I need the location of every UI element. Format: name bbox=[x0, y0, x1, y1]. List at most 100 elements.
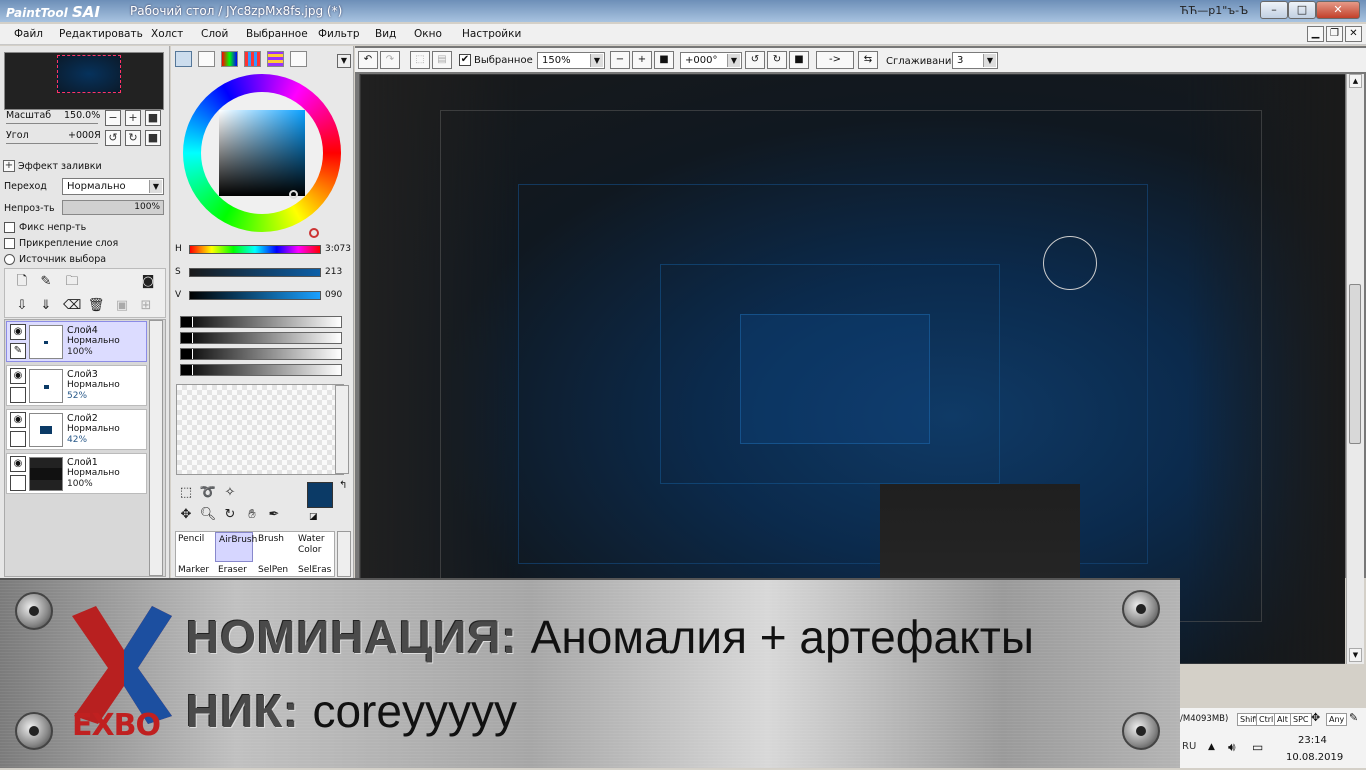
zoom-in-icon[interactable]: + bbox=[632, 51, 652, 69]
value-slider[interactable] bbox=[189, 291, 321, 300]
gray-slider-4[interactable] bbox=[180, 364, 342, 376]
magic-wand-icon[interactable]: ✧ bbox=[221, 484, 239, 502]
rotate-right-icon[interactable]: ↻ bbox=[767, 51, 787, 69]
eye-icon[interactable]: ◉ bbox=[10, 412, 26, 428]
mirror-icon[interactable]: ⇆ bbox=[858, 51, 878, 69]
layer-row-2[interactable]: ◉ Слой2 Нормально 42% bbox=[6, 409, 147, 450]
sv-picker-handle[interactable] bbox=[289, 190, 298, 199]
transparent-color-icon[interactable]: ◪ bbox=[309, 512, 318, 522]
rgb-sliders-tab-icon[interactable] bbox=[198, 51, 215, 67]
hand-icon[interactable]: ✋︎ bbox=[243, 506, 261, 524]
rect-select-icon[interactable]: ⬚ bbox=[177, 484, 195, 502]
scratchpad-scrollbar[interactable] bbox=[335, 385, 349, 474]
selection-source-radio[interactable] bbox=[4, 254, 15, 265]
tool-eraser[interactable]: Eraser bbox=[218, 565, 247, 575]
rotate-left-icon[interactable]: ↺ bbox=[745, 51, 765, 69]
hue-picker-handle[interactable] bbox=[309, 228, 319, 238]
clip-layer-checkbox[interactable] bbox=[4, 238, 15, 249]
menu-settings[interactable]: Настройки bbox=[462, 28, 521, 40]
mdi-minimize-icon[interactable]: ▁ bbox=[1307, 26, 1324, 42]
maximize-button[interactable]: □ bbox=[1288, 1, 1316, 19]
mask-icon[interactable]: ◙ bbox=[139, 273, 157, 291]
rotate-reset-icon[interactable]: ■ bbox=[789, 51, 809, 69]
move-icon[interactable]: ✥ bbox=[177, 506, 195, 524]
eye-icon[interactable]: ◉ bbox=[10, 368, 26, 384]
brush-lock-icon[interactable]: ✎ bbox=[10, 343, 26, 359]
rotate-right-icon[interactable]: ↻ bbox=[125, 130, 141, 146]
flip-view-button[interactable]: -> bbox=[816, 51, 854, 69]
mdi-restore-icon[interactable]: ❐ bbox=[1326, 26, 1343, 42]
clear-layer-icon[interactable]: ⌫ bbox=[63, 297, 81, 315]
lock-checkbox[interactable] bbox=[10, 431, 26, 447]
swap-colors-icon[interactable]: ↰ bbox=[339, 480, 347, 491]
gray-slider-3[interactable] bbox=[180, 348, 342, 360]
hue-slider[interactable] bbox=[189, 245, 321, 254]
redo-icon[interactable]: ↷ bbox=[380, 51, 400, 69]
rotate-left-icon[interactable]: ↺ bbox=[105, 130, 121, 146]
layer-list-scrollbar[interactable] bbox=[149, 320, 163, 576]
blend-mode-select[interactable]: Нормально ▼ bbox=[62, 178, 164, 195]
menu-view[interactable]: Вид bbox=[375, 28, 396, 40]
color-wheel[interactable] bbox=[183, 74, 341, 238]
rotate-reset-icon[interactable]: ■ bbox=[145, 130, 161, 146]
scratchpad-area[interactable] bbox=[176, 384, 344, 475]
layer-row-4[interactable]: ◉ ✎ Слой4 Нормально 100% bbox=[6, 321, 147, 362]
menu-canvas[interactable]: Холст bbox=[151, 28, 183, 40]
clock-time[interactable]: 23:14 bbox=[1298, 735, 1327, 746]
tray-expand-icon[interactable]: ▲ bbox=[1208, 742, 1215, 752]
canvas-vertical-scrollbar[interactable]: ▲ ▼ bbox=[1346, 74, 1364, 664]
opacity-slider[interactable]: 100% bbox=[62, 200, 164, 215]
eye-icon[interactable]: ◉ bbox=[10, 324, 26, 340]
lock-checkbox[interactable] bbox=[10, 387, 26, 403]
selection-checkbox[interactable]: ✔ bbox=[459, 54, 471, 66]
zoom-icon[interactable]: 🔍︎ bbox=[199, 506, 217, 524]
eye-icon[interactable]: ◉ bbox=[10, 456, 26, 472]
swatches-tab-icon[interactable] bbox=[244, 51, 261, 67]
navigator-preview[interactable] bbox=[4, 52, 164, 110]
clock-date[interactable]: 10.08.2019 bbox=[1286, 752, 1343, 763]
tool-airbrush[interactable]: AirBrush bbox=[215, 532, 257, 562]
navigator-viewport[interactable] bbox=[57, 55, 121, 93]
zoom-out-icon[interactable]: − bbox=[105, 110, 121, 126]
tool-marker[interactable]: Marker bbox=[178, 565, 209, 575]
scroll-up-icon[interactable]: ▲ bbox=[1349, 74, 1362, 88]
transfer-down-icon[interactable]: ⇩ bbox=[13, 297, 31, 315]
brush-tool-scrollbar[interactable] bbox=[337, 531, 351, 577]
volume-icon[interactable]: 🔊︎ bbox=[1228, 740, 1236, 755]
zoom-slider[interactable] bbox=[6, 114, 98, 124]
tool-brush[interactable]: Brush bbox=[255, 532, 293, 562]
smoothing-select[interactable]: 3 ▼ bbox=[952, 52, 998, 69]
menu-layer[interactable]: Слой bbox=[201, 28, 228, 40]
layer-row-1[interactable]: ◉ Слой1 Нормально 100% bbox=[6, 453, 147, 494]
layer-row-3[interactable]: ◉ Слой3 Нормально 52% bbox=[6, 365, 147, 406]
menu-selection[interactable]: Выбранное bbox=[246, 28, 308, 40]
invert-selection-icon[interactable]: ▤ bbox=[432, 51, 452, 69]
palette-tab-icon[interactable] bbox=[267, 51, 284, 67]
hsv-sliders-tab-icon[interactable] bbox=[221, 51, 238, 67]
zoom-select[interactable]: 150% ▼ bbox=[537, 52, 605, 69]
tool-watercolor[interactable]: Water Color bbox=[295, 532, 333, 562]
menu-file[interactable]: Файл bbox=[14, 28, 43, 40]
panel-menu-icon[interactable]: ▼ bbox=[337, 54, 351, 68]
color-wheel-tab-icon[interactable] bbox=[175, 51, 192, 67]
preserve-opacity-checkbox[interactable] bbox=[4, 222, 15, 233]
angle-slider[interactable] bbox=[6, 134, 98, 144]
primary-color-swatch[interactable] bbox=[307, 482, 333, 508]
close-button[interactable]: ✕ bbox=[1316, 1, 1360, 19]
minimize-button[interactable]: – bbox=[1260, 1, 1288, 19]
tool-selpen[interactable]: SelPen bbox=[258, 565, 288, 575]
menu-window[interactable]: Окно bbox=[414, 28, 442, 40]
expand-plus-icon[interactable]: + bbox=[3, 160, 15, 172]
saturation-value-square[interactable] bbox=[219, 110, 305, 196]
menu-filter[interactable]: Фильтр bbox=[318, 28, 360, 40]
new-layer-icon[interactable]: 🗋 bbox=[13, 273, 31, 291]
rotate-tool-icon[interactable]: ↻ bbox=[221, 506, 239, 524]
saturation-slider[interactable] bbox=[189, 268, 321, 277]
delete-mask-icon[interactable]: ⊞ bbox=[137, 297, 155, 315]
angle-select[interactable]: +000° ▼ bbox=[680, 52, 742, 69]
language-indicator[interactable]: RU bbox=[1182, 741, 1196, 752]
gray-slider-1[interactable] bbox=[180, 316, 342, 328]
deselect-icon[interactable]: ⬚ bbox=[410, 51, 430, 69]
gray-slider-2[interactable] bbox=[180, 332, 342, 344]
tool-pencil[interactable]: Pencil bbox=[175, 532, 213, 562]
